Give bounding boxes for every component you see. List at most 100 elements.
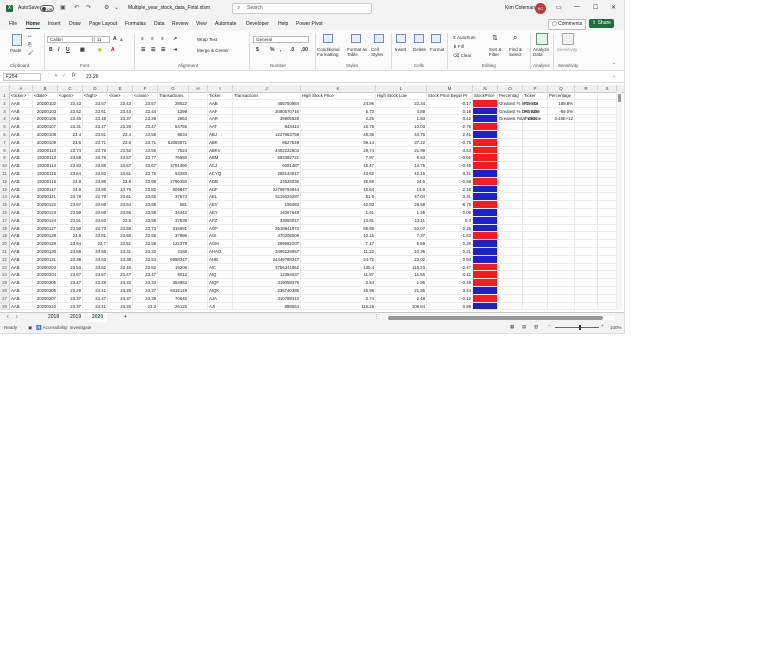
cell-b15[interactable]: 20200122	[33, 201, 58, 209]
cell-m14[interactable]: 3.31	[427, 193, 473, 202]
cell-d22[interactable]: 23.53	[83, 255, 108, 264]
column-header-o[interactable]: O	[498, 85, 523, 92]
row-header[interactable]: 7	[0, 138, 10, 147]
cell-f21[interactable]: 23.32	[133, 248, 158, 256]
sensitivity-icon[interactable]	[562, 33, 574, 45]
cell-o28[interactable]	[498, 302, 523, 311]
cell-a12[interactable]: AAB	[10, 177, 33, 186]
cell-n19[interactable]	[473, 232, 498, 241]
cell-i22[interactable]: AHB	[208, 255, 233, 264]
cell-e18[interactable]: 23.58	[108, 224, 133, 233]
clear-button[interactable]: ⌫ Clear	[453, 53, 471, 59]
cell-l7[interactable]: 37.22	[376, 138, 427, 147]
cell-j1[interactable]: Transactions	[233, 92, 301, 100]
cell-l1[interactable]: High Stock Low	[376, 92, 427, 100]
cell-a25[interactable]: AAB	[10, 279, 33, 287]
row-header[interactable]: 16	[0, 209, 10, 217]
next-sheet-icon[interactable]: ›	[12, 313, 22, 322]
cell-d12[interactable]: 23.98	[83, 177, 108, 186]
cell-o27[interactable]	[498, 294, 523, 303]
cell-o3[interactable]: Greatest % Decrease	[498, 107, 540, 116]
cell-f22[interactable]: 23.53	[133, 255, 158, 264]
comments-button[interactable]: ▢ Comments	[548, 19, 587, 30]
cell-s12[interactable]	[598, 177, 617, 186]
increase-decimal-icon[interactable]: .0	[290, 47, 294, 53]
cell-p1[interactable]: Ticker	[523, 92, 548, 100]
cell-p6[interactable]	[523, 131, 548, 139]
row-header[interactable]: 17	[0, 216, 10, 225]
cell-h18[interactable]	[189, 224, 208, 233]
tab-formulas[interactable]: Formulas	[125, 21, 146, 27]
cell-h13[interactable]	[189, 185, 208, 194]
row-header[interactable]: 28	[0, 302, 10, 311]
tab-help[interactable]: Help	[278, 21, 288, 27]
cell-f6[interactable]: 23.58	[133, 131, 158, 139]
cell-m28[interactable]: 0.88	[427, 302, 473, 311]
row-header[interactable]: 26	[0, 287, 10, 295]
cell-p26[interactable]	[523, 287, 548, 295]
cell-b22[interactable]: 20200131	[33, 255, 58, 264]
font-size-select[interactable]: 11	[94, 36, 110, 43]
cell-c5[interactable]: 23.31	[58, 123, 83, 131]
cell-f5[interactable]: 23.47	[133, 123, 158, 131]
cell-e2[interactable]: 23.43	[108, 99, 133, 108]
cell-h10[interactable]	[189, 162, 208, 170]
cell-r22[interactable]	[575, 255, 598, 264]
cell-g27[interactable]: 70645	[158, 294, 189, 303]
cell-e9[interactable]: 23.57	[108, 154, 133, 163]
cell-s15[interactable]	[598, 201, 617, 209]
cell-m25[interactable]: -0.46	[427, 279, 473, 287]
cell-p24[interactable]	[523, 271, 548, 280]
cell-l11[interactable]: 42.15	[376, 170, 427, 178]
row-header[interactable]: 27	[0, 294, 10, 303]
cell-g15[interactable]: 681	[158, 201, 189, 209]
decrease-decimal-icon[interactable]: .00	[301, 47, 308, 53]
cell-e23[interactable]: 23.46	[108, 263, 133, 272]
cell-h23[interactable]	[189, 263, 208, 272]
cell-p16[interactable]	[523, 209, 548, 217]
cell-o16[interactable]	[498, 209, 523, 217]
delete-cells-label[interactable]: Delete	[413, 47, 426, 52]
cell-e16[interactable]: 23.56	[108, 209, 133, 217]
cell-m26[interactable]: 3.44	[427, 287, 473, 295]
tab-draw[interactable]: Draw	[69, 21, 81, 27]
cell-r14[interactable]	[575, 193, 598, 202]
cell-q19[interactable]	[548, 232, 575, 241]
cell-o22[interactable]	[498, 255, 523, 264]
cell-i19[interactable]: AGI	[208, 232, 233, 241]
cell-m8[interactable]: -3.53	[427, 146, 473, 155]
cell-f19[interactable]: 23.65	[133, 232, 158, 241]
cell-l19[interactable]: 7.37	[376, 232, 427, 241]
cell-f18[interactable]: 23.73	[133, 224, 158, 233]
cell-j25[interactable]: 319058376	[233, 279, 301, 287]
cell-m6[interactable]: 2.41	[427, 131, 473, 139]
cell-i23[interactable]: AIC	[208, 263, 233, 272]
cell-a23[interactable]: AAB	[10, 263, 33, 272]
align-top-icon[interactable]: ≡	[141, 36, 144, 42]
cell-s11[interactable]	[598, 170, 617, 178]
cell-f11[interactable]: 23.76	[133, 170, 158, 178]
cell-e21[interactable]: 23.31	[108, 248, 133, 256]
search-input[interactable]: ⌕ Search	[232, 3, 372, 14]
cell-s4[interactable]	[598, 115, 617, 124]
cell-b7[interactable]: 20200109	[33, 138, 58, 147]
cell-o15[interactable]	[498, 201, 523, 209]
cell-r27[interactable]	[575, 294, 598, 303]
cell-d18[interactable]: 23.73	[83, 224, 108, 233]
cell-s27[interactable]	[598, 294, 617, 303]
comma-icon[interactable]: ,	[280, 47, 281, 53]
cell-l2[interactable]: 22.34	[376, 99, 427, 108]
cell-m22[interactable]: 0.94	[427, 255, 473, 264]
cell-k26[interactable]: 26.95	[301, 287, 376, 295]
cell-r19[interactable]	[575, 232, 598, 241]
cell-m15[interactable]: -8.75	[427, 201, 473, 209]
cell-s20[interactable]	[598, 240, 617, 248]
cell-c27[interactable]: 23.37	[58, 294, 83, 303]
cell-r7[interactable]	[575, 138, 598, 147]
cell-g18[interactable]: 315691	[158, 224, 189, 233]
cell-b20[interactable]: 20200129	[33, 240, 58, 248]
cell-k15[interactable]: 42.93	[301, 201, 376, 209]
cell-n24[interactable]	[473, 271, 498, 280]
cell-b17[interactable]: 20200124	[33, 216, 58, 225]
cell-g28[interactable]: 26125	[158, 302, 189, 311]
